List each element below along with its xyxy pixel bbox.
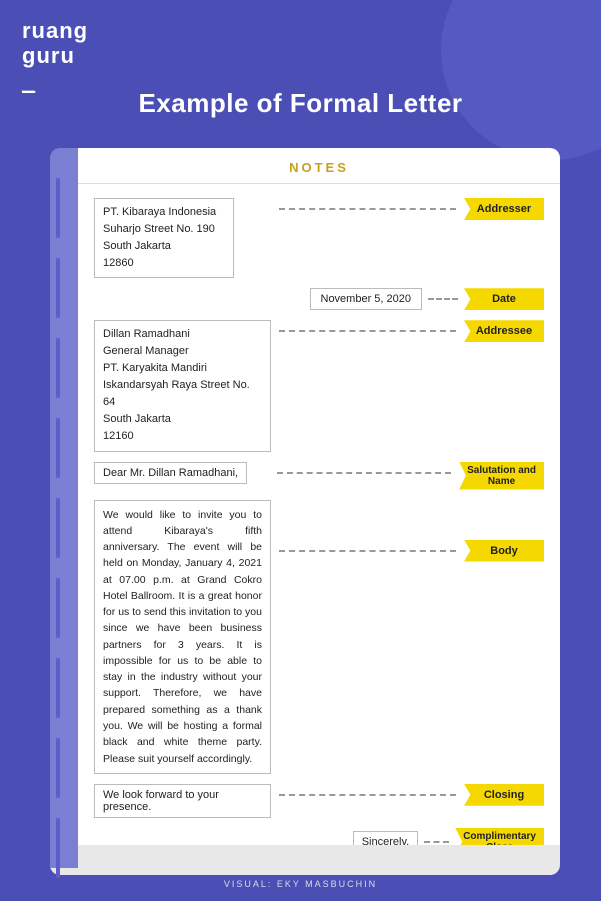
spine-line (56, 578, 60, 638)
addresser-label: Addresser (464, 198, 544, 220)
spine-line (56, 338, 60, 398)
addressee-row: Dillan Ramadhani General Manager PT. Kar… (94, 320, 544, 451)
addresser-row: PT. Kibaraya Indonesia Suharjo Street No… (94, 198, 544, 278)
bg-decoration (441, 0, 601, 160)
date-label: Date (464, 288, 544, 310)
spine-line (56, 658, 60, 718)
page-title: Example of Formal Letter (0, 88, 601, 119)
addressee-label: Addressee (464, 320, 544, 342)
spine-line (56, 498, 60, 558)
date-content: November 5, 2020 Date (310, 288, 545, 310)
spine-line (56, 418, 60, 478)
addressee-content: Dillan Ramadhani General Manager PT. Kar… (94, 320, 271, 451)
body-content: We would like to invite you to attend Ki… (94, 500, 271, 774)
notes-header: NOTES (78, 148, 560, 184)
addresser-content: PT. Kibaraya Indonesia Suharjo Street No… (94, 198, 271, 278)
letter-content: NOTES PT. Kibaraya Indonesia Suharjo Str… (78, 148, 560, 868)
salutation-dash (277, 472, 452, 474)
logo-line1: ruang (22, 18, 88, 43)
spine-line (56, 818, 60, 878)
date-dash (428, 298, 458, 300)
notebook-spine (50, 148, 78, 868)
letter-body: PT. Kibaraya Indonesia Suharjo Street No… (78, 184, 560, 868)
closing-label: Closing (464, 784, 544, 806)
closing-box: We look forward to your presence. (94, 784, 271, 818)
salutation-row: Dear Mr. Dillan Ramadhani, Salutation an… (94, 462, 544, 490)
logo-line2: guru_ (22, 43, 88, 94)
addressee-dash (279, 330, 456, 332)
spine-line (56, 738, 60, 798)
body-dash (279, 550, 456, 552)
body-text: We would like to invite you to attend Ki… (94, 500, 271, 774)
closing-content: We look forward to your presence. (94, 784, 271, 818)
date-box: November 5, 2020 (310, 288, 423, 310)
body-label: Body (464, 540, 544, 562)
addresser-box: PT. Kibaraya Indonesia Suharjo Street No… (94, 198, 234, 278)
body-row: We would like to invite you to attend Ki… (94, 500, 544, 774)
spine-line (56, 258, 60, 318)
date-row: November 5, 2020 Date (94, 288, 544, 310)
addressee-box: Dillan Ramadhani General Manager PT. Kar… (94, 320, 271, 451)
footer-credit: VISUAL: EKY MASBUCHIN (0, 879, 601, 889)
letter-card-bottom (50, 845, 560, 875)
closing-row: We look forward to your presence. Closin… (94, 784, 544, 818)
salutation-box: Dear Mr. Dillan Ramadhani, (94, 462, 247, 484)
salutation-content: Dear Mr. Dillan Ramadhani, (94, 462, 269, 484)
spine-line (56, 178, 60, 238)
salutation-label: Salutation andName (459, 462, 544, 490)
addresser-dash (279, 208, 456, 210)
closing-dash (279, 794, 456, 796)
logo: ruang guru_ (22, 18, 88, 94)
comp-dash (424, 841, 449, 843)
